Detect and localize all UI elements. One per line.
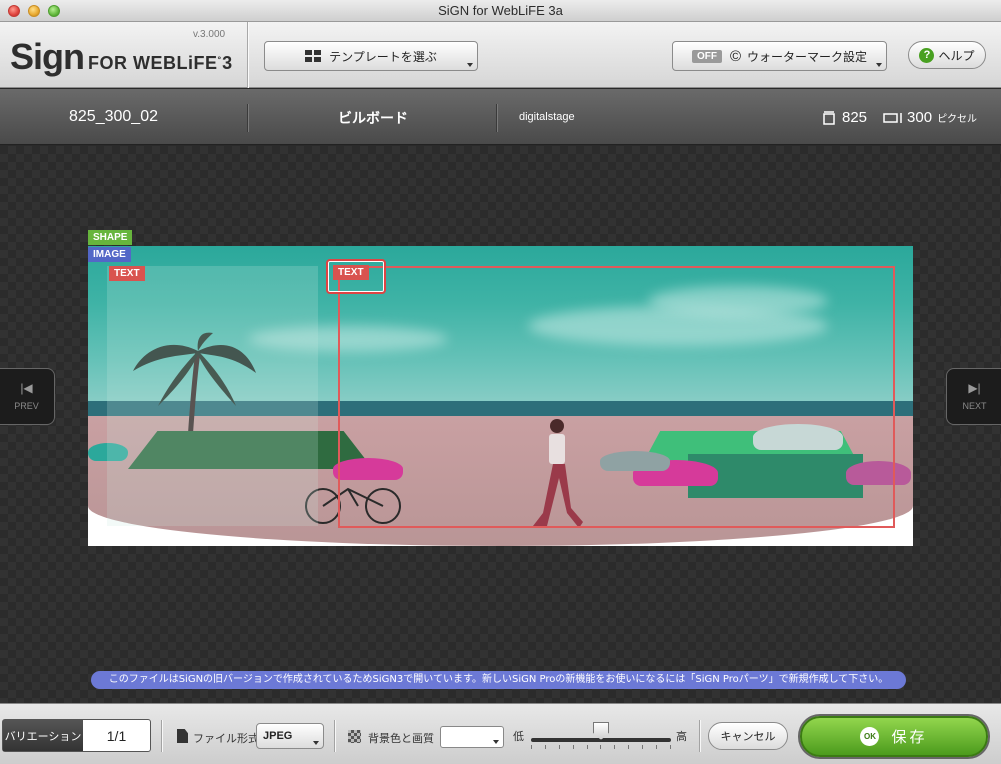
file-format-icon (177, 729, 188, 743)
help-label: ヘルプ (938, 48, 975, 63)
prev-label: PREV (14, 401, 39, 411)
template-select-label: テンプレートを選ぶ (329, 49, 437, 64)
bottom-bar: バリエーション 1/1 ファイル形式 JPEG 背景色と画質 低 高 キャンセル… (0, 703, 1001, 764)
height-icon (883, 112, 902, 123)
dropdown-arrow-icon (876, 63, 882, 67)
canvas-width: 825 (842, 109, 868, 126)
template-select-button[interactable]: テンプレートを選ぶ (264, 41, 478, 71)
next-label: NEXT (962, 401, 987, 411)
shape-layer-tag[interactable]: SHAPE (88, 230, 133, 245)
variation-count: 1/1 (106, 727, 127, 744)
dropdown-arrow-icon (493, 740, 499, 744)
watermark-settings-label: ウォーターマーク設定 (747, 49, 868, 64)
dropdown-arrow-icon (313, 741, 319, 745)
help-question-icon: ? (919, 47, 935, 63)
app-version: v.3.000 (193, 29, 226, 40)
template-author: digitalstage (519, 111, 575, 123)
background-quality-label: 背景色と画質 (368, 733, 434, 745)
logo-edition: 3 (222, 53, 233, 73)
template-category: ビルボード (338, 110, 408, 126)
quality-high-label: 高 (676, 731, 687, 743)
file-format-label: ファイル形式 (193, 733, 259, 745)
logo-edition-mark: ° (217, 54, 222, 65)
background-color-picker[interactable] (440, 726, 504, 748)
toolbar-divider (247, 22, 248, 88)
logo-sign-text: Sign (10, 36, 85, 77)
cancel-button[interactable]: キャンセル (708, 722, 788, 750)
save-button[interactable]: OK 保存 (800, 716, 988, 757)
size-unit: ピクセル (937, 114, 978, 125)
window-title: SiGN for WebLiFE 3a (438, 3, 563, 18)
image-layer-tag[interactable]: IMAGE (88, 247, 131, 262)
template-name: 825_300_02 (69, 108, 158, 125)
text-layer-tag[interactable]: TEXT (109, 266, 145, 281)
legacy-version-notice: このファイルはSiGNの旧バージョンで作成されているためSiGN3で開いています… (91, 671, 906, 689)
text-layer-tag[interactable]: TEXT (333, 265, 369, 280)
canvas-size-display: 825 300 ピクセル (823, 109, 977, 126)
template-grid-icon (305, 50, 322, 62)
next-button[interactable]: ▶| NEXT (946, 368, 1001, 425)
main-toolbar: Sign FOR WEBLiFE°3 v.3.000 テンプレートを選ぶ OFF … (0, 22, 1001, 88)
info-divider (247, 104, 248, 132)
bottom-divider (334, 720, 335, 752)
quality-slider-ticks (531, 745, 671, 750)
dropdown-arrow-icon (467, 63, 473, 67)
prev-button[interactable]: |◀ PREV (0, 368, 55, 425)
info-divider (496, 104, 497, 132)
quality-low-label: 低 (513, 731, 524, 743)
prev-icon: |◀ (20, 381, 33, 395)
workspace: SHAPE IMAGE TEXT TEXT |◀ PREV ▶| NEXT この… (0, 146, 1001, 703)
next-icon: ▶| (968, 381, 981, 395)
bottom-divider (161, 720, 162, 752)
file-format-select[interactable]: JPEG (256, 723, 324, 749)
text-layer-box[interactable] (338, 266, 895, 528)
title-bar: SiGN for WebLiFE 3a (0, 0, 1001, 22)
copyright-icon: © (729, 47, 742, 65)
canvas-height: 300 (907, 109, 933, 126)
variation-label: バリエーション (3, 720, 83, 751)
cancel-label: キャンセル (720, 731, 776, 743)
image-placeholder-region[interactable] (107, 266, 318, 526)
app-logo: Sign FOR WEBLiFE°3 (10, 36, 233, 78)
background-quality-icon (348, 730, 361, 743)
logo-subtitle: FOR WEBLiFE (88, 53, 218, 73)
watermark-off-badge[interactable]: OFF (691, 49, 722, 63)
save-label: 保存 (891, 729, 928, 746)
ok-icon: OK (860, 727, 880, 746)
width-icon (823, 110, 835, 125)
bottom-divider (699, 720, 700, 752)
watermark-settings-button[interactable]: OFF © ウォーターマーク設定 (672, 41, 887, 71)
template-info-bar: 825_300_02 ビルボード digitalstage 825 300 ピク… (0, 89, 1001, 145)
file-format-value: JPEG (263, 730, 293, 742)
help-button[interactable]: ? ヘルプ (908, 41, 986, 69)
variation-control[interactable]: バリエーション 1/1 (2, 719, 151, 752)
